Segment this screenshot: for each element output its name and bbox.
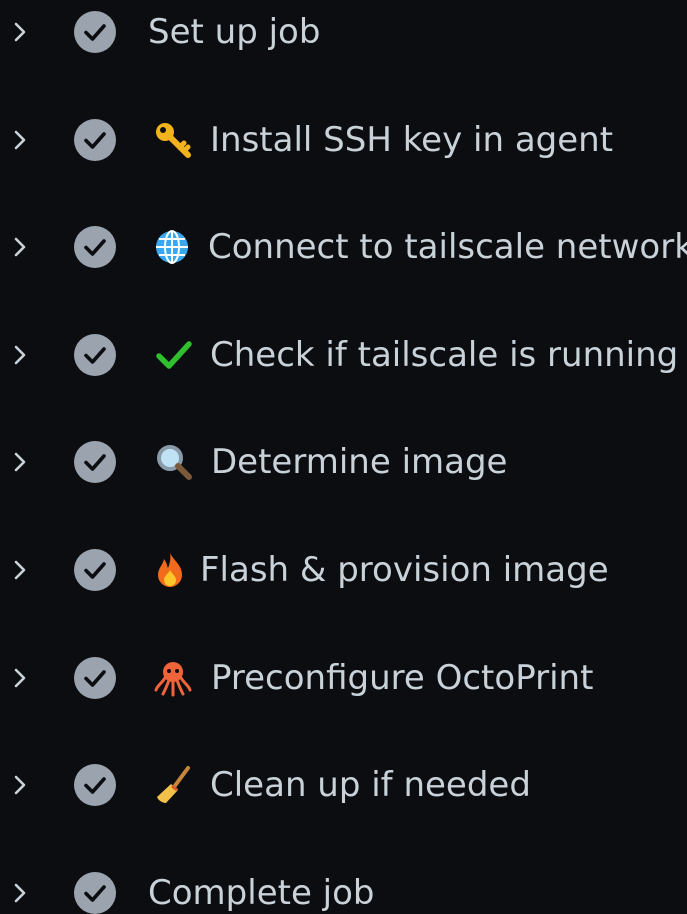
step-label: Clean up if needed [210,765,531,805]
step-label: Preconfigure OctoPrint [211,658,594,698]
check-circle-icon [74,334,116,376]
chevron-right-icon[interactable] [8,450,32,474]
check-circle-icon [74,226,116,268]
step-label: Complete job [148,873,375,913]
check-circle-icon [74,872,116,914]
chevron-right-icon[interactable] [8,343,32,367]
check-circle-icon [74,549,116,591]
check-circle-icon [74,657,116,699]
step-connect-tailscale[interactable]: Connect to tailscale network [0,207,687,287]
chevron-right-icon[interactable] [8,773,32,797]
step-check-tailscale[interactable]: Check if tailscale is running [0,315,687,395]
chevron-right-icon[interactable] [8,20,32,44]
octopus-icon [154,662,192,697]
globe-icon [156,230,188,264]
step-label: Connect to tailscale network [208,227,687,267]
step-determine-image[interactable]: Determine image [0,422,687,502]
fire-icon [158,553,182,587]
step-install-ssh-key[interactable]: Install SSH key in agent [0,100,687,180]
chevron-right-icon[interactable] [8,881,32,905]
chevron-right-icon[interactable] [8,558,32,582]
chevron-right-icon[interactable] [8,128,32,152]
step-preconfigure-octoprint[interactable]: Preconfigure OctoPrint [0,638,687,718]
key-icon [156,123,191,158]
step-complete-job[interactable]: Complete job [0,853,687,914]
job-steps-list: Set up job Install SSH key in agent Conn… [0,0,687,914]
step-clean-up[interactable]: Clean up if needed [0,745,687,825]
broom-icon [157,766,190,803]
check-circle-icon [74,441,116,483]
step-label: Set up job [148,12,321,52]
check-circle-icon [74,11,116,53]
step-label: Flash & provision image [200,550,609,590]
checkmark-icon [156,341,192,369]
step-label: Determine image [211,442,508,482]
step-label: Check if tailscale is running [210,335,679,375]
step-flash-provision[interactable]: Flash & provision image [0,530,687,610]
step-set-up-job[interactable]: Set up job [0,0,687,72]
chevron-right-icon[interactable] [8,235,32,259]
check-circle-icon [74,119,116,161]
magnifier-icon [157,445,192,480]
check-circle-icon [74,764,116,806]
step-label: Install SSH key in agent [210,120,614,160]
chevron-right-icon[interactable] [8,666,32,690]
